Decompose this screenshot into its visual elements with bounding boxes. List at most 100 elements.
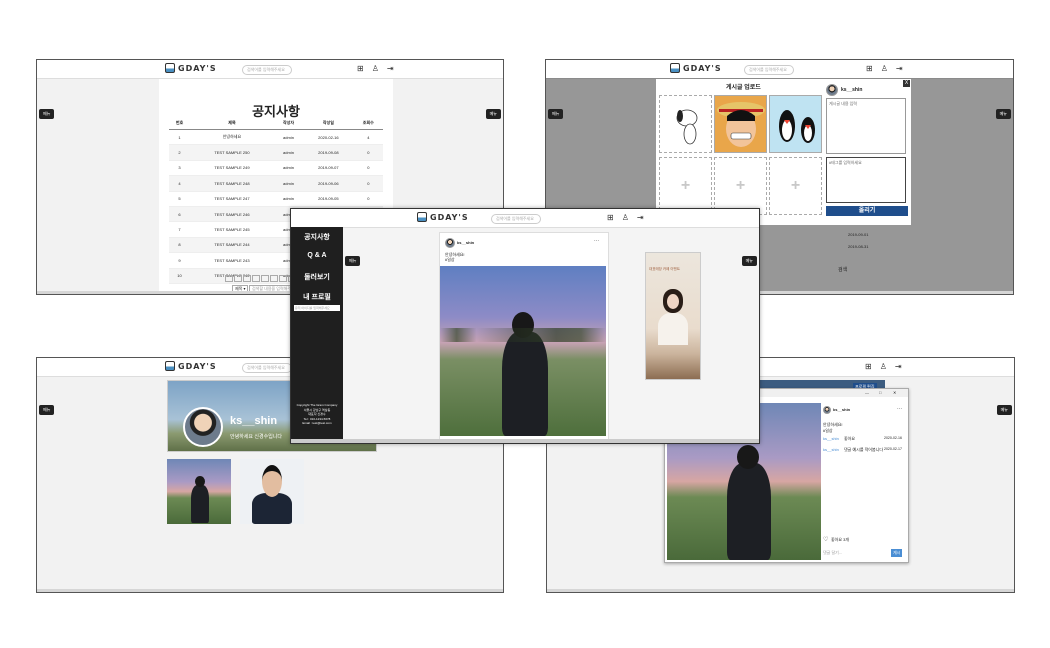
- menu-item-explore[interactable]: 둘러보기: [291, 272, 343, 282]
- profile-icon[interactable]: ♙: [622, 213, 629, 222]
- image-slot-4[interactable]: +: [659, 157, 712, 215]
- menu-item-my-profile[interactable]: 내 프로필: [291, 292, 343, 302]
- image-slot-2[interactable]: [714, 95, 767, 153]
- comment-user-1[interactable]: ks__shin: [823, 436, 839, 441]
- table-cell: 2019-09-07: [303, 160, 354, 177]
- more-icon[interactable]: ···: [897, 406, 902, 412]
- table-row[interactable]: 2 TEST SAMPLE 250 admin 2019-09-08 0: [169, 144, 383, 161]
- person-head: [737, 445, 759, 469]
- post-text-2: #일상: [445, 257, 455, 262]
- logout-icon[interactable]: ⇥: [637, 213, 644, 222]
- image-slot-6[interactable]: +: [769, 157, 822, 215]
- table-row[interactable]: 5 TEST SAMPLE 247 admin 2019-09-05 0: [169, 191, 383, 207]
- submit-button[interactable]: 올리기: [826, 206, 908, 216]
- person-figure: [191, 485, 209, 523]
- comment-user-2[interactable]: ks__shin: [823, 447, 839, 452]
- header-bar: GDAY'S 검색어를 입력해주세요 ⊞ ♙ ⇥: [37, 60, 503, 79]
- maximize-button[interactable]: □: [879, 390, 881, 395]
- logo[interactable]: GDAY'S: [165, 63, 217, 73]
- table-row[interactable]: 1 안녕하세요 admin 2020-02-16 4: [169, 129, 383, 146]
- penguin-image: [779, 110, 815, 143]
- profile-post-1[interactable]: [167, 459, 231, 524]
- tag-textarea[interactable]: #태그를 입력하세요: [826, 157, 906, 203]
- logo-icon: [417, 212, 427, 222]
- table-header: 조회수: [353, 117, 383, 130]
- bg-date-1: 2019-09-01: [848, 232, 869, 237]
- menu-item-qna[interactable]: Q & A: [291, 252, 343, 259]
- table-header: 제목: [190, 117, 274, 130]
- logo-icon: [670, 63, 680, 73]
- ad-banner[interactable]: 대표매장 카페 이벤트: [645, 252, 701, 380]
- ad-text: 대표매장 카페 이벤트: [649, 267, 680, 271]
- menu-tab-right[interactable]: 메뉴: [485, 109, 501, 119]
- logo[interactable]: GDAY'S: [165, 361, 217, 371]
- search-input[interactable]: 검색어를 입력해주세요: [744, 65, 794, 75]
- table-row[interactable]: 3 TEST SAMPLE 249 admin 2019-09-07 0: [169, 160, 383, 177]
- menu-tab-left[interactable]: 메뉴: [548, 109, 564, 119]
- logo[interactable]: GDAY'S: [670, 63, 722, 73]
- minimize-button[interactable]: —: [865, 390, 869, 395]
- comment-input[interactable]: 댓글 달기...: [823, 550, 842, 556]
- add-image-icon: +: [680, 177, 691, 194]
- like-heart-icon[interactable]: ♡: [823, 536, 828, 543]
- comment-text-1: 좋아요: [844, 436, 856, 441]
- table-cell: 4: [169, 175, 191, 192]
- post-comment-button[interactable]: 게시: [891, 549, 903, 557]
- menu-tab-left[interactable]: 메뉴: [39, 109, 55, 119]
- table-cell: 2019-09-08: [303, 144, 354, 161]
- snoopy-image: [676, 109, 698, 145]
- header-bar: GDAY'S 검색어를 입력해주세요 ⊞ ♙ ⇥: [291, 209, 759, 228]
- add-post-icon[interactable]: ⊞: [607, 213, 614, 222]
- search-input[interactable]: 검색어를 입력해주세요: [491, 214, 541, 224]
- modal-title: 게시글 업로드: [726, 85, 761, 91]
- menu-tab-right[interactable]: 메뉴: [996, 405, 1012, 415]
- content-textarea[interactable]: 게시글 내용 입력: [826, 98, 906, 154]
- close-button[interactable]: X: [903, 80, 910, 87]
- avatar: [826, 84, 838, 96]
- table-cell: 2020-02-16: [303, 129, 354, 146]
- more-icon[interactable]: ···: [594, 238, 599, 244]
- search-input[interactable]: 검색어를 입력해주세요: [242, 65, 292, 75]
- ad-person-face: [667, 294, 679, 309]
- logo-icon: [165, 63, 175, 73]
- menu-tab-right[interactable]: 메뉴: [741, 256, 757, 266]
- profile-icon[interactable]: ♙: [880, 362, 887, 371]
- table-cell: 0: [353, 175, 383, 192]
- bg-search-button[interactable]: 검색: [838, 266, 847, 273]
- menu-search-input[interactable]: 유저 아이디를 입력해주세요: [294, 305, 340, 311]
- table-cell: 0: [353, 160, 383, 177]
- table-header: 작성자: [273, 117, 304, 130]
- image-slot-3[interactable]: [769, 95, 822, 153]
- table-cell: 3: [169, 160, 191, 177]
- menu-tab-left[interactable]: 메뉴: [39, 405, 55, 415]
- table-cell: TEST SAMPLE 250: [190, 144, 274, 161]
- logo[interactable]: GDAY'S: [417, 212, 469, 222]
- table-cell: 1: [169, 129, 191, 146]
- profile-icon[interactable]: ♙: [881, 64, 888, 73]
- logout-icon[interactable]: ⇥: [387, 64, 394, 73]
- add-post-icon[interactable]: ⊞: [357, 64, 364, 73]
- table-cell: TEST SAMPLE 243: [190, 252, 274, 269]
- menu-tab-right[interactable]: 메뉴: [995, 109, 1011, 119]
- person-figure: [727, 463, 771, 560]
- profile-post-2[interactable]: [240, 459, 304, 524]
- logout-icon[interactable]: ⇥: [895, 362, 902, 371]
- post-photo[interactable]: [440, 266, 606, 436]
- table-row[interactable]: 4 TEST SAMPLE 248 admin 2019-09-06 0: [169, 175, 383, 192]
- person-head: [195, 476, 205, 487]
- logout-icon[interactable]: ⇥: [896, 64, 903, 73]
- post-username[interactable]: ks__shin: [457, 240, 474, 245]
- avatar: [823, 406, 831, 414]
- image-slot-1[interactable]: [659, 95, 712, 153]
- add-post-icon[interactable]: ⊞: [866, 64, 873, 73]
- table-cell: 안녕하세요: [190, 129, 274, 146]
- close-window-button[interactable]: ✕: [893, 390, 896, 395]
- table-cell: 8: [169, 237, 191, 254]
- menu-item-notice[interactable]: 공지사항: [291, 232, 343, 242]
- table-cell: 10: [169, 268, 191, 284]
- search-input[interactable]: 검색어를 입력해주세요: [242, 363, 292, 373]
- menu-tab-left[interactable]: 메뉴: [345, 256, 361, 266]
- profile-icon[interactable]: ♙: [372, 64, 379, 73]
- image-slot-5[interactable]: +: [714, 157, 767, 215]
- add-post-icon[interactable]: ⊞: [865, 362, 872, 371]
